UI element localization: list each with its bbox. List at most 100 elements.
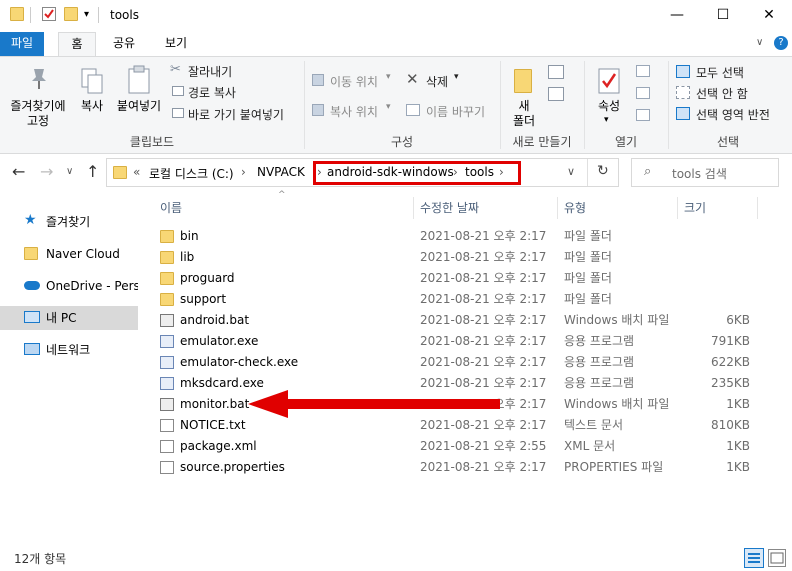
- cloud-folder-icon: [24, 247, 38, 260]
- column-date[interactable]: 수정한 날짜: [414, 197, 558, 219]
- file-size: 622KB: [710, 355, 750, 369]
- application-icon: [160, 356, 174, 369]
- breadcrumb-nvpack[interactable]: NVPACK: [257, 165, 305, 179]
- nav-item-onedrive[interactable]: OneDrive - Perso: [0, 274, 138, 298]
- history-icon[interactable]: [636, 109, 650, 121]
- new-folder-quick-icon[interactable]: [64, 7, 78, 21]
- new-folder-button[interactable]: 새 폴더: [506, 61, 542, 131]
- application-icon: [160, 335, 174, 348]
- file-name: NOTICE.txt: [180, 418, 246, 432]
- large-icons-view-button[interactable]: [768, 549, 786, 567]
- file-size: 235KB: [710, 376, 750, 390]
- move-to-button[interactable]: 이동 위치 ▾: [312, 71, 402, 91]
- breadcrumb-separator[interactable]: ›: [499, 165, 504, 179]
- details-view-button[interactable]: [744, 548, 764, 568]
- nav-item-naver-cloud[interactable]: Naver Cloud: [0, 242, 138, 266]
- open-group-label: 열기: [614, 135, 638, 149]
- file-name: package.xml: [180, 439, 257, 453]
- paste-label: 붙여넣기: [116, 99, 162, 113]
- file-row[interactable]: bin 2021-08-21 오후 2:17 파일 폴더: [154, 226, 758, 247]
- help-icon[interactable]: ?: [774, 36, 788, 50]
- paste-shortcut-label: 바로 가기 붙여넣기: [188, 108, 284, 122]
- copy-button[interactable]: 복사: [74, 61, 110, 131]
- address-bar[interactable]: « 로컬 디스크 (C:) › NVPACK › android-sdk-win…: [106, 158, 619, 187]
- ribbon-tabs: 파일 홈 공유 보기 ∨ ?: [0, 32, 792, 57]
- minimize-button[interactable]: —: [654, 0, 700, 30]
- folder-icon: [113, 166, 127, 179]
- new-item-icon[interactable]: [548, 65, 564, 79]
- select-none-button[interactable]: 선택 안 함: [676, 84, 786, 102]
- file-date: 2021-08-21 오후 2:17: [420, 271, 547, 285]
- nav-item-this-pc[interactable]: 내 PC: [0, 306, 138, 330]
- nav-item-network[interactable]: 네트워크: [0, 338, 138, 362]
- invert-selection-button[interactable]: 선택 영역 반전: [676, 105, 788, 123]
- document-icon: [160, 461, 174, 474]
- file-type: Windows 배치 파일: [564, 313, 670, 327]
- column-size[interactable]: 크기: [678, 197, 758, 219]
- close-button[interactable]: ✕: [746, 0, 792, 30]
- file-row[interactable]: support 2021-08-21 오후 2:17 파일 폴더: [154, 289, 758, 310]
- file-size: 810KB: [710, 418, 750, 432]
- up-button[interactable]: ↑: [86, 162, 99, 181]
- file-date: 2021-08-21 오후 2:17: [420, 229, 547, 243]
- file-row[interactable]: lib 2021-08-21 오후 2:17 파일 폴더: [154, 247, 758, 268]
- paste-shortcut-button[interactable]: 바로 가기 붙여넣기: [170, 105, 300, 123]
- breadcrumb-separator[interactable]: ›: [241, 165, 246, 179]
- breadcrumb-local-disk[interactable]: 로컬 디스크 (C:): [149, 165, 234, 182]
- file-name: proguard: [180, 271, 235, 285]
- select-all-button[interactable]: 모두 선택: [676, 63, 786, 81]
- refresh-icon[interactable]: ↻: [597, 163, 609, 179]
- file-name: monitor.bat: [180, 397, 250, 411]
- batch-file-icon: [160, 398, 174, 411]
- column-type[interactable]: 유형: [558, 197, 678, 219]
- breadcrumb-separator[interactable]: ›: [317, 165, 322, 179]
- delete-button[interactable]: ✕ 삭제 ▾: [406, 70, 476, 91]
- tab-home[interactable]: 홈: [58, 32, 96, 57]
- file-row[interactable]: emulator.exe 2021-08-21 오후 2:17 응용 프로그램 791…: [154, 331, 758, 352]
- file-row[interactable]: proguard 2021-08-21 오후 2:17 파일 폴더: [154, 268, 758, 289]
- tab-share[interactable]: 공유: [104, 32, 144, 56]
- file-row[interactable]: package.xml 2021-08-21 오후 2:55 XML 문서 1KB: [154, 436, 758, 457]
- easy-access-icon[interactable]: [548, 87, 564, 101]
- copy-path-button[interactable]: 경로 복사: [170, 83, 290, 101]
- open-icon[interactable]: [636, 65, 650, 77]
- nav-item-quick-access[interactable]: ★ 즐겨찾기: [0, 210, 138, 234]
- file-row[interactable]: source.properties 2021-08-21 오후 2:17 PROPE…: [154, 457, 758, 478]
- move-to-dropdown-icon: ▾: [386, 72, 391, 82]
- breadcrumb-separator[interactable]: ›: [453, 165, 458, 179]
- copy-path-label: 경로 복사: [188, 86, 236, 100]
- clipboard-icon: [128, 65, 150, 94]
- properties-quick-icon[interactable]: [42, 7, 56, 21]
- address-history-dropdown-icon[interactable]: ∨: [567, 165, 575, 178]
- folder-icon: [160, 251, 174, 264]
- cut-button[interactable]: ✂ 잘라내기: [170, 62, 290, 80]
- back-button[interactable]: ←: [12, 162, 25, 181]
- file-row[interactable]: android.bat 2021-08-21 오후 2:17 Windows 배치 …: [154, 310, 758, 331]
- file-type: 파일 폴더: [564, 292, 612, 306]
- pin-quick-access-button[interactable]: 즐겨찾기에 고정: [4, 61, 72, 131]
- forward-button[interactable]: →: [40, 162, 53, 181]
- document-icon: [160, 440, 174, 453]
- search-box[interactable]: ⌕ tools 검색: [631, 158, 779, 187]
- breadcrumb-tools[interactable]: tools: [465, 165, 494, 179]
- file-row[interactable]: emulator-check.exe 2021-08-21 오후 2:17 응용 프…: [154, 352, 758, 373]
- breadcrumb-android-sdk[interactable]: android-sdk-windows: [327, 165, 454, 179]
- file-size: 6KB: [726, 313, 750, 327]
- select-none-label: 선택 안 함: [696, 87, 748, 101]
- collapse-ribbon-icon[interactable]: ∨: [756, 37, 763, 48]
- rename-button[interactable]: 이름 바꾸기: [406, 101, 496, 121]
- select-all-label: 모두 선택: [696, 66, 744, 80]
- maximize-button[interactable]: ☐: [700, 0, 746, 30]
- paste-button[interactable]: 붙여넣기: [112, 61, 166, 131]
- properties-button[interactable]: 속성 ▾: [590, 61, 628, 131]
- copy-to-button[interactable]: 복사 위치 ▾: [312, 101, 402, 121]
- nav-label: Naver Cloud: [46, 247, 120, 261]
- recent-locations-icon[interactable]: ∨: [66, 166, 73, 177]
- edit-icon[interactable]: [636, 87, 650, 99]
- column-name[interactable]: 이름: [154, 197, 414, 219]
- tab-view[interactable]: 보기: [156, 32, 196, 56]
- address-overflow[interactable]: «: [133, 165, 140, 179]
- properties-label: 속성: [597, 99, 621, 113]
- customize-quick-access-icon[interactable]: ▾: [84, 9, 89, 20]
- tab-file[interactable]: 파일: [0, 32, 44, 56]
